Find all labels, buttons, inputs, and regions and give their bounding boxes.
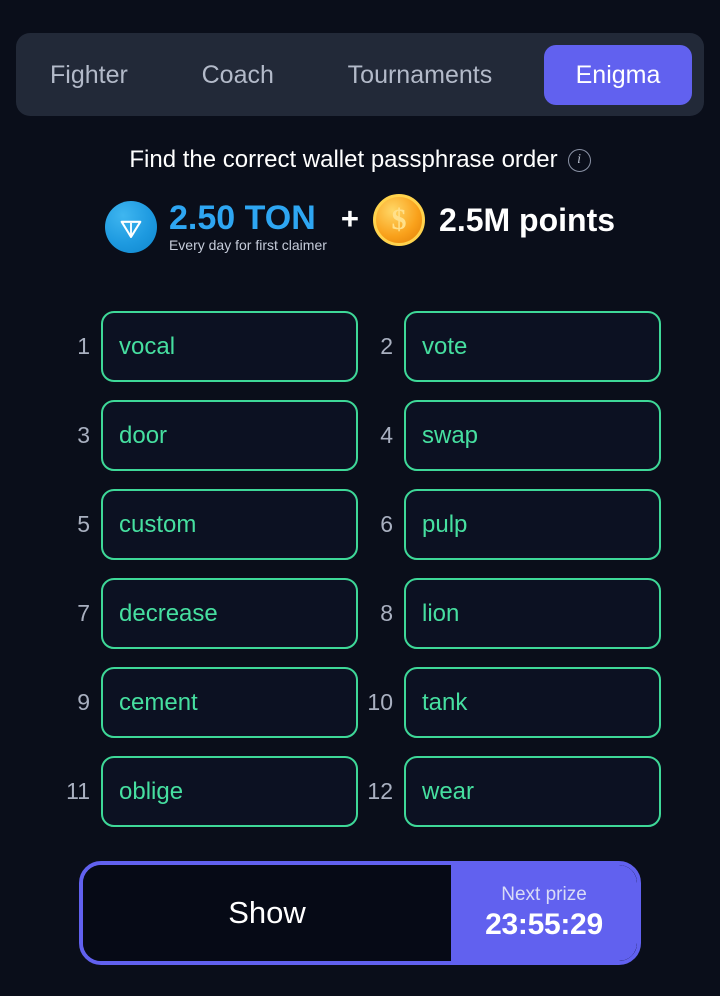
- slot-word: pulp: [422, 510, 468, 538]
- passphrase-slot-3: 3 door: [57, 400, 360, 471]
- points-amount: 2.5M points: [439, 201, 616, 238]
- passphrase-slot-6: 6 pulp: [360, 489, 663, 560]
- passphrase-slot-12: 12 wear: [360, 756, 663, 827]
- dollar-sign-glyph: $: [391, 203, 407, 236]
- gold-coin-icon: $: [373, 194, 426, 246]
- slot-index: 2: [380, 333, 393, 359]
- slot-word: door: [119, 421, 168, 449]
- slot-index: 5: [77, 511, 90, 537]
- slot-index: 10: [367, 689, 393, 715]
- slot-word: oblige: [119, 777, 184, 805]
- passphrase-word-box[interactable]: vote: [404, 311, 661, 382]
- slot-word: vocal: [119, 332, 176, 360]
- slot-index: 6: [380, 511, 393, 537]
- passphrase-word-box[interactable]: lion: [404, 578, 661, 649]
- slot-word: tank: [422, 688, 468, 716]
- passphrase-word-box[interactable]: swap: [404, 400, 661, 471]
- slot-word: wear: [422, 777, 475, 805]
- tab-coach[interactable]: Coach: [180, 45, 296, 105]
- tab-fighter[interactable]: Fighter: [28, 45, 150, 105]
- enigma-screen: Fighter Coach Tournaments Enigma Find th…: [0, 0, 720, 996]
- passphrase-slot-10: 10 tank: [360, 667, 663, 738]
- passphrase-word-box[interactable]: wear: [404, 756, 661, 827]
- passphrase-word-box[interactable]: door: [101, 400, 358, 471]
- ton-prize-block: 2.50 TON Every day for first claimer: [168, 198, 327, 254]
- ton-amount: 2.50 TON: [168, 198, 316, 237]
- slot-index: 3: [77, 422, 90, 448]
- passphrase-slot-1: 1 vocal: [57, 311, 360, 382]
- tab-tournaments[interactable]: Tournaments: [326, 45, 515, 105]
- show-button[interactable]: Show: [83, 865, 451, 961]
- passphrase-grid: 1 vocal 2 vote 3 door 4 swap 5 custom 6 …: [0, 311, 720, 827]
- next-prize-label: Next prize: [501, 884, 587, 906]
- passphrase-word-box[interactable]: decrease: [101, 578, 358, 649]
- prize-summary: 2.50 TON Every day for first claimer + $…: [0, 194, 720, 260]
- passphrase-slot-5: 5 custom: [57, 489, 360, 560]
- slot-index: 8: [380, 600, 393, 626]
- slot-word: swap: [422, 421, 479, 449]
- passphrase-slot-2: 2 vote: [360, 311, 663, 382]
- slot-index: 4: [380, 422, 393, 448]
- slot-word: vote: [422, 332, 468, 360]
- slot-word: decrease: [119, 599, 218, 627]
- ton-coin-icon: [104, 201, 157, 253]
- page-title-text: Find the correct wallet passphrase order: [129, 146, 558, 173]
- bottom-action-bar: Show Next prize 23:55:29: [79, 861, 641, 965]
- passphrase-slot-9: 9 cement: [57, 667, 360, 738]
- slot-word: cement: [119, 688, 198, 716]
- info-icon[interactable]: i: [567, 148, 591, 172]
- slot-index: 9: [77, 689, 90, 715]
- next-prize-countdown: 23:55:29: [485, 907, 603, 941]
- main-tabbar: Fighter Coach Tournaments Enigma: [16, 33, 704, 116]
- slot-index: 1: [77, 333, 90, 359]
- tab-enigma[interactable]: Enigma: [544, 44, 692, 105]
- slot-index: 11: [66, 778, 90, 804]
- ton-subtitle: Every day for first claimer: [168, 237, 327, 254]
- slot-word: custom: [119, 510, 197, 538]
- passphrase-slot-7: 7 decrease: [57, 578, 360, 649]
- passphrase-slot-4: 4 swap: [360, 400, 663, 471]
- passphrase-word-box[interactable]: oblige: [101, 756, 358, 827]
- prize-separator: +: [340, 201, 360, 236]
- page-title: Find the correct wallet passphrase order…: [0, 146, 720, 174]
- slot-word: lion: [422, 599, 460, 627]
- next-prize-timer: Next prize 23:55:29: [451, 865, 637, 961]
- slot-index: 7: [77, 600, 90, 626]
- passphrase-word-box[interactable]: vocal: [101, 311, 358, 382]
- passphrase-word-box[interactable]: custom: [101, 489, 358, 560]
- passphrase-slot-11: 11 oblige: [57, 756, 360, 827]
- passphrase-word-box[interactable]: cement: [101, 667, 358, 738]
- passphrase-word-box[interactable]: pulp: [404, 489, 661, 560]
- slot-index: 12: [367, 778, 393, 804]
- passphrase-slot-8: 8 lion: [360, 578, 663, 649]
- passphrase-word-box[interactable]: tank: [404, 667, 661, 738]
- show-button-label: Show: [228, 895, 306, 930]
